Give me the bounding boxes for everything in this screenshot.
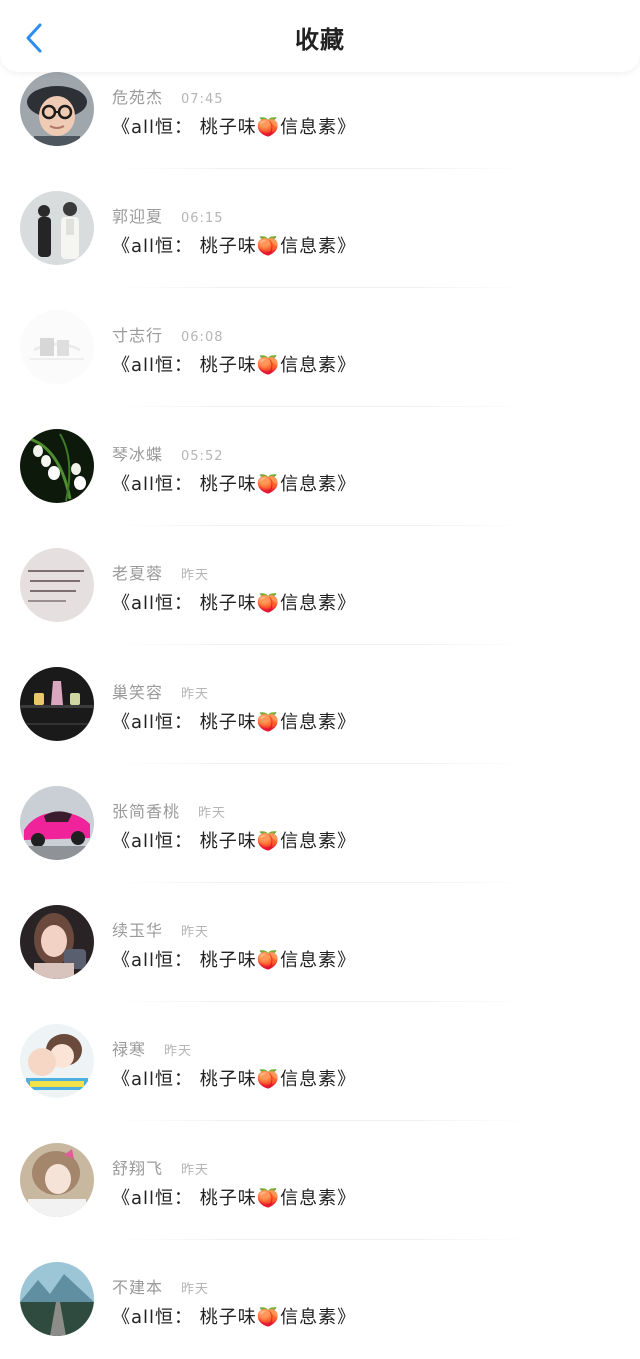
- timestamp: 昨天: [181, 568, 210, 583]
- message-preview: 《all恒： 桃子味🍑信息素》: [112, 117, 357, 138]
- sender-name: 老夏蓉: [112, 564, 164, 583]
- girl-with-bow-avatar: [20, 1143, 94, 1217]
- avatar[interactable]: [20, 548, 94, 622]
- list-item[interactable]: 不建本 昨天 《all恒： 桃子味🍑信息素》: [0, 1240, 640, 1359]
- couple-photo-avatar: [20, 191, 94, 265]
- avatar[interactable]: [20, 1262, 94, 1336]
- message-preview: 《all恒： 桃子味🍑信息素》: [112, 712, 357, 733]
- message-preview: 《all恒： 桃子味🍑信息素》: [112, 1069, 357, 1090]
- timestamp: 昨天: [164, 1044, 193, 1059]
- sender-name: 郭迎夏: [112, 207, 164, 226]
- favorites-list: 危苑杰 07:45 《all恒： 桃子味🍑信息素》 郭迎夏 06:15 《all…: [0, 50, 640, 1359]
- avatar[interactable]: [20, 1143, 94, 1217]
- timestamp: 昨天: [181, 1163, 210, 1178]
- timestamp: 昨天: [181, 925, 210, 940]
- timestamp: 昨天: [181, 1282, 210, 1297]
- avatar[interactable]: [20, 1024, 94, 1098]
- sender-name: 禄寒: [112, 1040, 147, 1059]
- list-item[interactable]: 续玉华 昨天 《all恒： 桃子味🍑信息素》: [0, 883, 640, 1002]
- list-item[interactable]: 禄寒 昨天 《all恒： 桃子味🍑信息素》: [0, 1002, 640, 1121]
- avatar[interactable]: [20, 310, 94, 384]
- message-preview: 《all恒： 桃子味🍑信息素》: [112, 236, 357, 257]
- anime-couple-avatar: [20, 1024, 94, 1098]
- list-item[interactable]: 张简香桃 昨天 《all恒： 桃子味🍑信息素》: [0, 764, 640, 883]
- sender-name: 张简香桃: [112, 802, 181, 821]
- list-item[interactable]: 老夏蓉 昨天 《all恒： 桃子味🍑信息素》: [0, 526, 640, 645]
- boy-with-glasses-avatar: [20, 72, 94, 146]
- timestamp: 昨天: [198, 806, 227, 821]
- avatar[interactable]: [20, 72, 94, 146]
- avatar[interactable]: [20, 786, 94, 860]
- list-item[interactable]: 巢笑容 昨天 《all恒： 桃子味🍑信息素》: [0, 645, 640, 764]
- avatar[interactable]: [20, 667, 94, 741]
- handwriting-note-avatar: [20, 548, 94, 622]
- list-item[interactable]: 郭迎夏 06:15 《all恒： 桃子味🍑信息素》: [0, 169, 640, 288]
- timestamp: 07:45: [181, 92, 224, 107]
- list-item[interactable]: 琴冰蝶 05:52 《all恒： 桃子味🍑信息素》: [0, 407, 640, 526]
- sender-name: 寸志行: [112, 326, 164, 345]
- lily-of-valley-avatar: [20, 429, 94, 503]
- message-preview: 《all恒： 桃子味🍑信息素》: [112, 950, 357, 971]
- timestamp: 昨天: [181, 687, 210, 702]
- message-preview: 《all恒： 桃子味🍑信息素》: [112, 831, 357, 852]
- sender-name: 舒翔飞: [112, 1159, 164, 1178]
- sender-name: 危苑杰: [112, 88, 164, 107]
- message-preview: 《all恒： 桃子味🍑信息素》: [112, 1307, 357, 1328]
- mountain-road-avatar: [20, 1262, 94, 1336]
- avatar[interactable]: [20, 191, 94, 265]
- message-preview: 《all恒： 桃子味🍑信息素》: [112, 1188, 357, 1209]
- avatar[interactable]: [20, 905, 94, 979]
- sender-name: 续玉华: [112, 921, 164, 940]
- list-item[interactable]: 舒翔飞 昨天 《all恒： 桃子味🍑信息素》: [0, 1121, 640, 1240]
- message-preview: 《all恒： 桃子味🍑信息素》: [112, 593, 357, 614]
- girl-portrait-avatar: [20, 905, 94, 979]
- pink-car-avatar: [20, 786, 94, 860]
- message-preview: 《all恒： 桃子味🍑信息素》: [112, 355, 357, 376]
- sender-name: 琴冰蝶: [112, 445, 164, 464]
- message-preview: 《all恒： 桃子味🍑信息素》: [112, 474, 357, 495]
- bottles-shelf-avatar: [20, 667, 94, 741]
- sender-name: 不建本: [112, 1278, 164, 1297]
- timestamp: 05:52: [181, 449, 224, 464]
- page-title: 收藏: [295, 26, 345, 54]
- avatar[interactable]: [20, 429, 94, 503]
- sender-name: 巢笑容: [112, 683, 164, 702]
- top-bar: 收藏: [0, 0, 640, 72]
- list-item[interactable]: 寸志行 06:08 《all恒： 桃子味🍑信息素》: [0, 288, 640, 407]
- timestamp: 06:08: [181, 330, 224, 345]
- faded-logo-avatar: [20, 310, 94, 384]
- timestamp: 06:15: [181, 211, 224, 226]
